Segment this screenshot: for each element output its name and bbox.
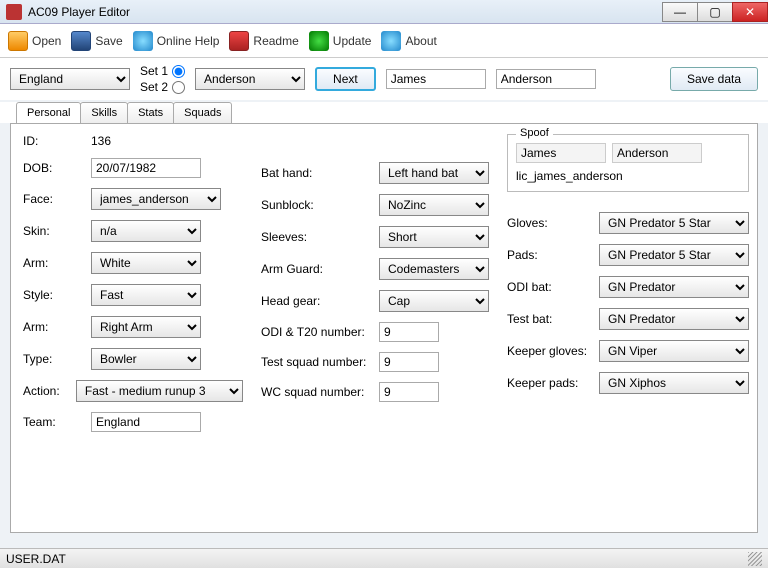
sunblock-label: Sunblock: bbox=[261, 198, 371, 212]
id-label: ID: bbox=[23, 134, 83, 148]
folder-icon bbox=[8, 31, 28, 51]
odibat-select[interactable]: GN Predator bbox=[599, 276, 749, 298]
spoof-group: Spoof lic_james_anderson bbox=[507, 134, 749, 192]
kpads-label: Keeper pads: bbox=[507, 376, 591, 390]
arm-color-select[interactable]: White bbox=[91, 252, 201, 274]
close-button[interactable]: ✕ bbox=[732, 2, 768, 22]
sleeves-select[interactable]: Short bbox=[379, 226, 489, 248]
team-label: Team: bbox=[23, 415, 83, 429]
selector-row: England Set 1 Set 2 Anderson Next Save d… bbox=[0, 58, 768, 100]
odibat-label: ODI bat: bbox=[507, 280, 591, 294]
skin-select[interactable]: n/a bbox=[91, 220, 201, 242]
spoof-last-input[interactable] bbox=[612, 143, 702, 163]
type-label: Type: bbox=[23, 352, 83, 366]
firstname-input[interactable] bbox=[386, 69, 486, 89]
testbat-label: Test bat: bbox=[507, 312, 591, 326]
wcnum-label: WC squad number: bbox=[261, 385, 371, 399]
spoof-lic-label: lic_james_anderson bbox=[516, 169, 740, 183]
test-number-input[interactable] bbox=[379, 352, 439, 372]
open-button[interactable]: Open bbox=[8, 31, 61, 51]
arm-side-select[interactable]: Right Arm bbox=[91, 316, 201, 338]
tab-personal[interactable]: Personal bbox=[16, 102, 81, 123]
spoof-first-input[interactable] bbox=[516, 143, 606, 163]
status-bar: USER.DAT bbox=[0, 548, 768, 568]
next-button[interactable]: Next bbox=[315, 67, 376, 91]
help-icon bbox=[133, 31, 153, 51]
headgear-label: Head gear: bbox=[261, 294, 371, 308]
armguard-label: Arm Guard: bbox=[261, 262, 371, 276]
bathand-select[interactable]: Left hand bat bbox=[379, 162, 489, 184]
tab-squads[interactable]: Squads bbox=[173, 102, 232, 123]
titlebar: AC09 Player Editor — ▢ ✕ bbox=[0, 0, 768, 24]
minimize-button[interactable]: — bbox=[662, 2, 698, 22]
bathand-label: Bat hand: bbox=[261, 166, 371, 180]
save-button[interactable]: Save bbox=[71, 31, 122, 51]
headgear-select[interactable]: Cap bbox=[379, 290, 489, 312]
disk-icon bbox=[71, 31, 91, 51]
online-help-button[interactable]: Online Help bbox=[133, 31, 220, 51]
kgloves-select[interactable]: GN Viper bbox=[599, 340, 749, 362]
pads-label: Pads: bbox=[507, 248, 591, 262]
dob-input[interactable] bbox=[91, 158, 201, 178]
kpads-select[interactable]: GN Xiphos bbox=[599, 372, 749, 394]
kgloves-label: Keeper gloves: bbox=[507, 344, 591, 358]
skin-label: Skin: bbox=[23, 224, 83, 238]
lastname-input[interactable] bbox=[496, 69, 596, 89]
tab-stats[interactable]: Stats bbox=[127, 102, 174, 123]
testbat-select[interactable]: GN Predator bbox=[599, 308, 749, 330]
gloves-select[interactable]: GN Predator 5 Star bbox=[599, 212, 749, 234]
armguard-select[interactable]: Codemasters bbox=[379, 258, 489, 280]
set2-radio[interactable]: Set 2 bbox=[140, 80, 185, 94]
update-button[interactable]: Update bbox=[309, 31, 372, 51]
save-data-button[interactable]: Save data bbox=[670, 67, 758, 91]
book-icon bbox=[229, 31, 249, 51]
readme-button[interactable]: Readme bbox=[229, 31, 298, 51]
wc-number-input[interactable] bbox=[379, 382, 439, 402]
id-value: 136 bbox=[91, 134, 111, 148]
tab-skills[interactable]: Skills bbox=[80, 102, 128, 123]
resize-grip-icon[interactable] bbox=[748, 552, 762, 566]
arm-color-label: Arm: bbox=[23, 256, 83, 270]
action-select[interactable]: Fast - medium runup 3 bbox=[76, 380, 243, 402]
odi-number-input[interactable] bbox=[379, 322, 439, 342]
country-select[interactable]: England bbox=[10, 68, 130, 90]
face-label: Face: bbox=[23, 192, 83, 206]
gloves-label: Gloves: bbox=[507, 216, 591, 230]
spoof-legend: Spoof bbox=[516, 127, 553, 139]
globe-icon bbox=[309, 31, 329, 51]
maximize-button[interactable]: ▢ bbox=[697, 2, 733, 22]
sleeves-label: Sleeves: bbox=[261, 230, 371, 244]
info-icon bbox=[381, 31, 401, 51]
arm-side-label: Arm: bbox=[23, 320, 83, 334]
team-input[interactable] bbox=[91, 412, 201, 432]
odinum-label: ODI & T20 number: bbox=[261, 325, 371, 339]
action-label: Action: bbox=[23, 384, 68, 398]
style-label: Style: bbox=[23, 288, 83, 302]
set1-radio[interactable]: Set 1 bbox=[140, 64, 185, 78]
about-button[interactable]: About bbox=[381, 31, 436, 51]
tab-row: Personal Skills Stats Squads bbox=[0, 102, 768, 123]
app-icon bbox=[6, 4, 22, 20]
type-select[interactable]: Bowler bbox=[91, 348, 201, 370]
testnum-label: Test squad number: bbox=[261, 355, 371, 369]
tab-personal-body: ID: 136 DOB: Face: james_anderson Skin: n/a… bbox=[10, 123, 758, 533]
face-select[interactable]: james_anderson bbox=[91, 188, 221, 210]
style-select[interactable]: Fast bbox=[91, 284, 201, 306]
dob-label: DOB: bbox=[23, 161, 83, 175]
sunblock-select[interactable]: NoZinc bbox=[379, 194, 489, 216]
window-title: AC09 Player Editor bbox=[28, 5, 130, 19]
main-toolbar: Open Save Online Help Readme Update Abou… bbox=[0, 24, 768, 58]
player-select[interactable]: Anderson bbox=[195, 68, 305, 90]
pads-select[interactable]: GN Predator 5 Star bbox=[599, 244, 749, 266]
status-file: USER.DAT bbox=[6, 552, 66, 566]
